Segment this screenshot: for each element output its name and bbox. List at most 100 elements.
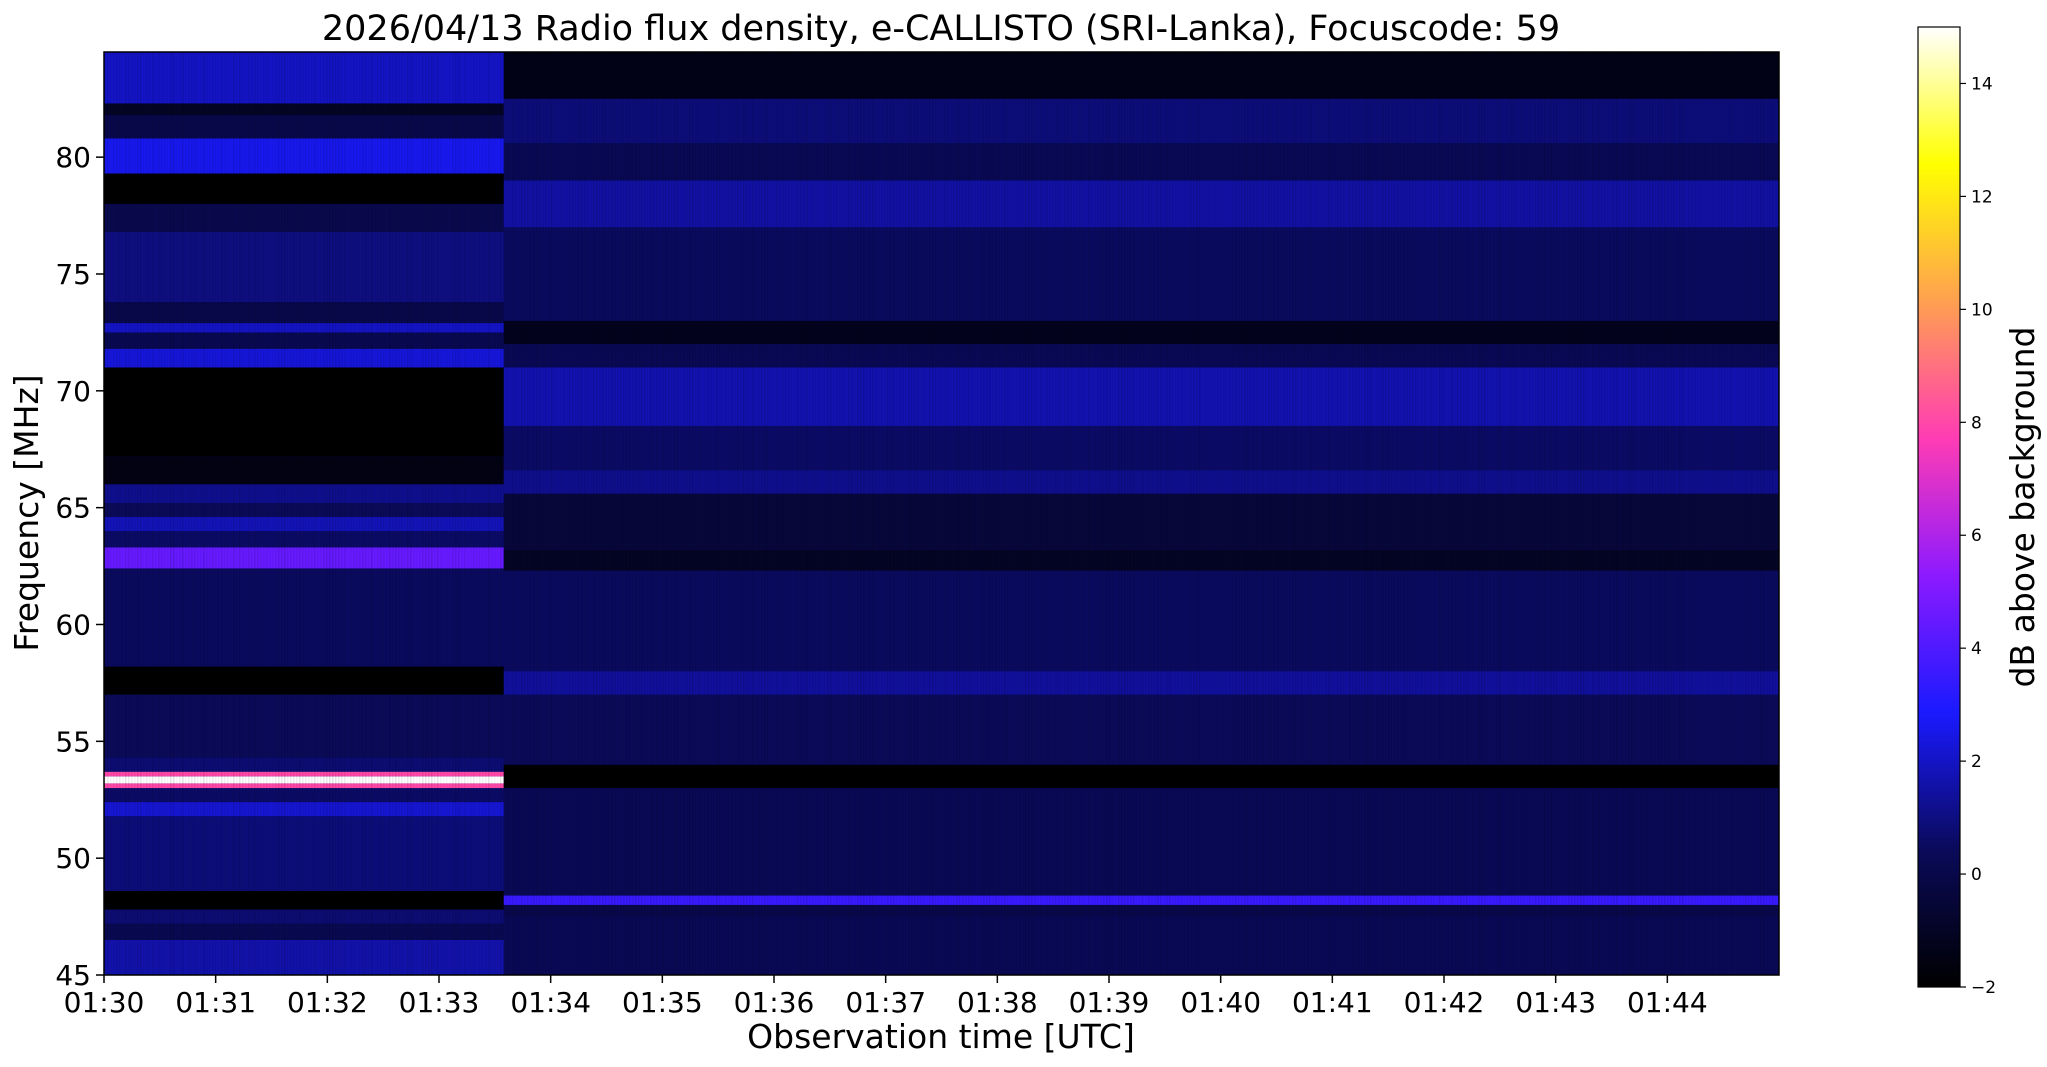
texture-line [1535, 52, 1537, 975]
texture-line [833, 52, 835, 975]
texture-line [290, 52, 292, 975]
texture-line [920, 52, 922, 975]
texture-line [854, 52, 856, 975]
texture-line [1394, 52, 1396, 975]
texture-line [1751, 52, 1753, 975]
texture-line [593, 52, 595, 975]
texture-line [1280, 52, 1282, 975]
texture-line [1052, 52, 1054, 975]
texture-line [776, 52, 778, 975]
texture-line [1562, 52, 1564, 975]
texture-line [110, 52, 112, 975]
texture-line [1151, 52, 1153, 975]
texture-line [1388, 52, 1390, 975]
texture-line [818, 52, 820, 975]
texture-line [212, 52, 214, 975]
texture-line [380, 52, 382, 975]
texture-line [473, 52, 475, 975]
texture-line [581, 52, 583, 975]
x-axis-label: Observation time [UTC] [747, 1017, 1135, 1056]
texture-line [1094, 52, 1096, 975]
texture-line [179, 52, 181, 975]
texture-line [842, 52, 844, 975]
texture-line [1097, 52, 1099, 975]
texture-line [137, 52, 139, 975]
texture-line [1361, 52, 1363, 975]
texture-line [293, 52, 295, 975]
texture-line [1415, 52, 1417, 975]
texture-line [1676, 52, 1678, 975]
texture-line [1001, 52, 1003, 975]
texture-line [899, 52, 901, 975]
texture-line [1724, 52, 1726, 975]
texture-line [1010, 52, 1012, 975]
texture-line [1670, 52, 1672, 975]
texture-line [938, 52, 940, 975]
texture-line [863, 52, 865, 975]
texture-line [242, 52, 244, 975]
texture-line [431, 52, 433, 975]
texture-line [1682, 52, 1684, 975]
x-tick-label: 01:32 [287, 986, 368, 1019]
texture-line [413, 52, 415, 975]
texture-line [542, 52, 544, 975]
texture-line [629, 52, 631, 975]
texture-line [269, 52, 271, 975]
texture-line [995, 52, 997, 975]
texture-line [890, 52, 892, 975]
texture-line [932, 52, 934, 975]
texture-line [1265, 52, 1267, 975]
texture-line [728, 52, 730, 975]
texture-line [788, 52, 790, 975]
texture-line [1559, 52, 1561, 975]
texture-line [320, 52, 322, 975]
texture-line [164, 52, 166, 975]
texture-line [1457, 52, 1459, 975]
texture-line [1115, 52, 1117, 975]
texture-line [551, 52, 553, 975]
texture-line [260, 52, 262, 975]
texture-line [1319, 52, 1321, 975]
texture-line [452, 52, 454, 975]
texture-line [530, 52, 532, 975]
texture-line [1523, 52, 1525, 975]
texture-line [344, 52, 346, 975]
texture-line [215, 52, 217, 975]
texture-line [1748, 52, 1750, 975]
texture-line [374, 52, 376, 975]
texture-line [305, 52, 307, 975]
texture-line [377, 52, 379, 975]
texture-line [1649, 52, 1651, 975]
texture-line [1190, 52, 1192, 975]
texture-line [758, 52, 760, 975]
texture-line [779, 52, 781, 975]
x-tick-label: 01:31 [175, 986, 256, 1019]
texture-line [464, 52, 466, 975]
texture-line [1196, 52, 1198, 975]
texture-line [230, 52, 232, 975]
texture-line [500, 52, 502, 975]
texture-line [1718, 52, 1720, 975]
x-tick-label: 01:40 [1180, 986, 1261, 1019]
texture-line [872, 52, 874, 975]
texture-line [1355, 52, 1357, 975]
texture-line [1157, 52, 1159, 975]
texture-line [1091, 52, 1093, 975]
texture-line [962, 52, 964, 975]
texture-line [1481, 52, 1483, 975]
texture-line [1214, 52, 1216, 975]
texture-line [917, 52, 919, 975]
texture-line [482, 52, 484, 975]
texture-line [203, 52, 205, 975]
texture-line [1505, 52, 1507, 975]
colorbar-label: dB above background [2003, 327, 2042, 688]
texture-line [1130, 52, 1132, 975]
texture-line [437, 52, 439, 975]
texture-line [1520, 52, 1522, 975]
texture-line [263, 52, 265, 975]
texture-line [1346, 52, 1348, 975]
y-axis-ticks: 45 50 55 60 65 70 75 80 [55, 141, 104, 992]
texture-line [1745, 52, 1747, 975]
texture-line [1652, 52, 1654, 975]
texture-line [1565, 52, 1567, 975]
